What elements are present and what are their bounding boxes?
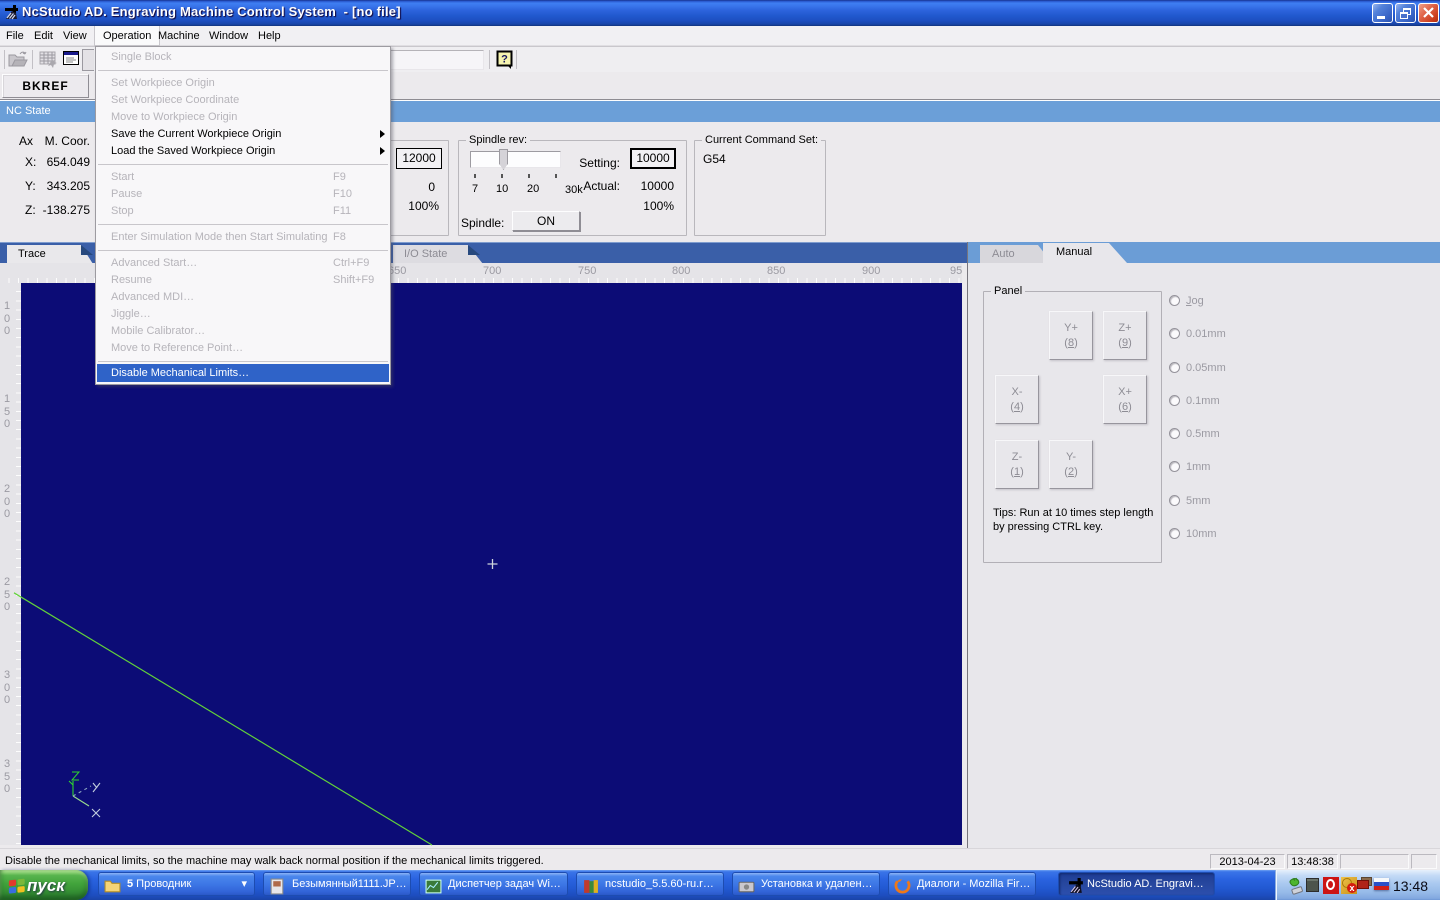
svg-text:?: ?	[501, 54, 508, 66]
